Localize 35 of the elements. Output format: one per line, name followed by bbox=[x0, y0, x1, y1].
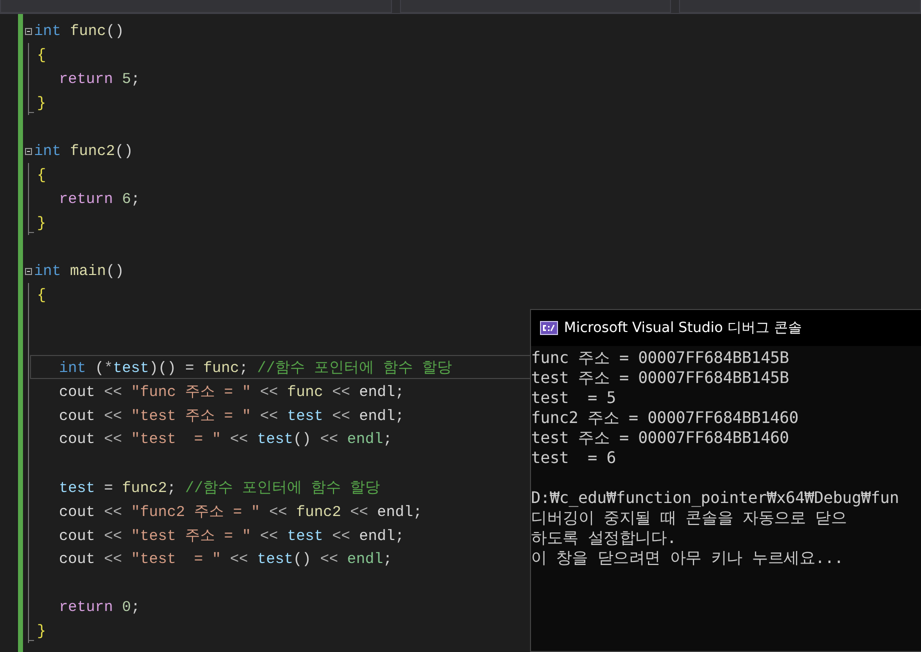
code-line: cout << "func2 주소 = " << func2 << endl; bbox=[59, 502, 422, 520]
collapse-icon[interactable] bbox=[25, 148, 32, 154]
code-line: test = func2; //함수 포인터에 함수 할당 bbox=[59, 478, 380, 496]
code-line: return 6; bbox=[59, 190, 140, 208]
code-line: { bbox=[37, 46, 46, 64]
console-message-line: 이 창을 닫으려면 아무 키나 누르세요... bbox=[531, 548, 844, 568]
console-output-line: test = 5 bbox=[531, 388, 617, 408]
collapse-icon[interactable] bbox=[25, 28, 32, 34]
console-message-line: D:₩c_edu₩function_pointer₩x64₩Debug₩fun bbox=[531, 488, 900, 508]
console-title: Microsoft Visual Studio 디버그 콘솔 bbox=[564, 319, 802, 337]
code-line: return 5; bbox=[59, 70, 140, 88]
console-output-line: test = 6 bbox=[531, 448, 617, 468]
code-line: cout << "test = " << test() << endl; bbox=[59, 430, 392, 448]
console-message-line: 디버깅이 중지될 때 콘솔을 자동으로 닫으 bbox=[531, 508, 848, 528]
code-line: { bbox=[37, 286, 46, 304]
code-line: cout << "test = " << test() << endl; bbox=[59, 550, 392, 568]
code-line: cout << "test 주소 = " << test << endl; bbox=[59, 406, 404, 424]
code-line: int func() bbox=[34, 22, 124, 40]
console-output-line: func 주소 = 00007FF684BB145B bbox=[531, 348, 790, 368]
collapse-icon[interactable] bbox=[25, 268, 32, 274]
code-line: { bbox=[37, 166, 46, 184]
console-message-line: 하도록 설정합니다. bbox=[531, 528, 678, 548]
code-line: int main() bbox=[34, 262, 124, 280]
console-output-line: test 주소 = 00007FF684BB145B bbox=[531, 368, 790, 388]
code-line: } bbox=[37, 94, 46, 112]
code-line: } bbox=[37, 622, 46, 640]
code-line: cout << "func 주소 = " << func << endl; bbox=[59, 382, 404, 400]
code-line: return 0; bbox=[59, 598, 140, 616]
console-output-line: test 주소 = 00007FF684BB1460 bbox=[531, 428, 790, 448]
code-line: int (*test)() = func; //함수 포인터에 함수 할당 bbox=[59, 358, 452, 376]
code-line: int func2() bbox=[34, 142, 134, 160]
code-line: cout << "test 주소 = " << test << endl; bbox=[59, 526, 404, 544]
code-line: } bbox=[37, 214, 46, 232]
console-output-line: func2 주소 = 00007FF684BB1460 bbox=[531, 408, 800, 428]
console-icon bbox=[540, 321, 558, 335]
